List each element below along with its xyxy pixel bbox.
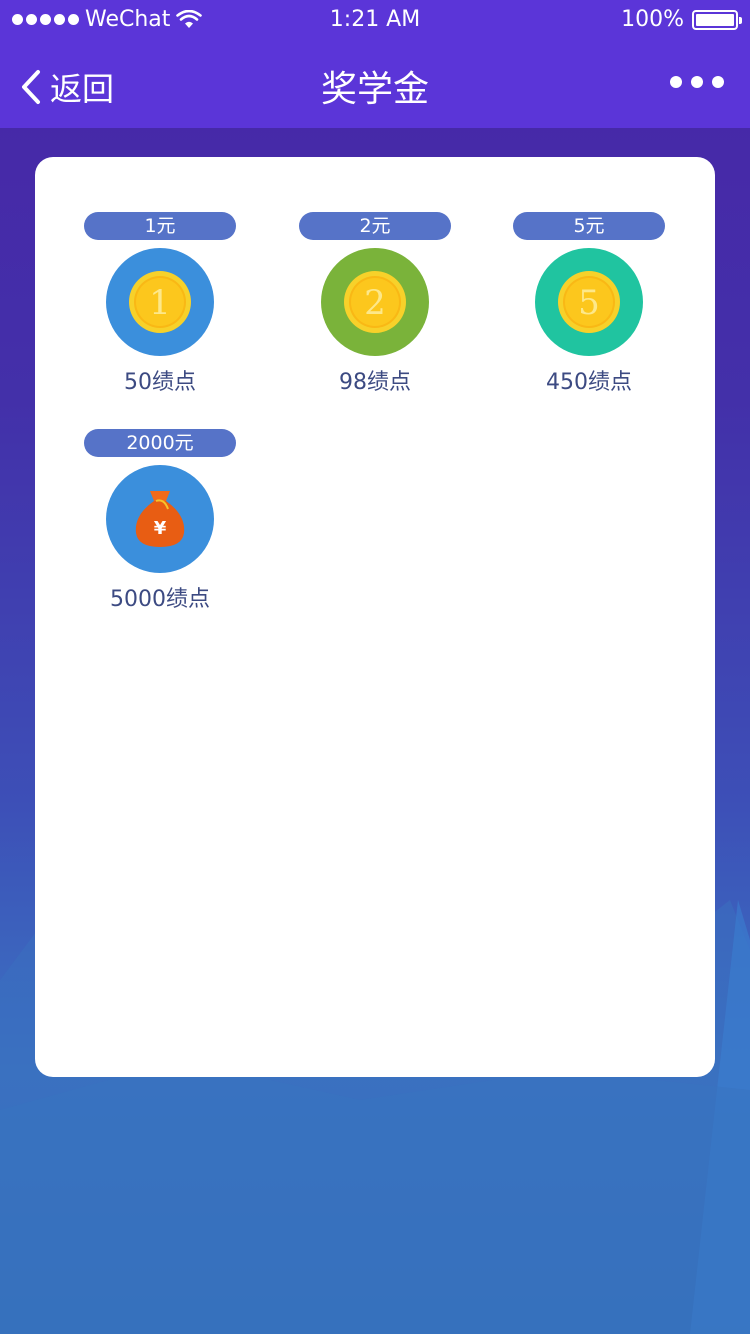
- bag-symbol: ¥: [154, 518, 167, 539]
- coin-icon: 1: [129, 271, 191, 333]
- coin-icon: 5: [558, 271, 620, 333]
- coin-text: 1: [149, 283, 171, 323]
- more-dots-icon: [670, 76, 682, 88]
- reward-item-2[interactable]: 2元 2 98绩点: [299, 212, 451, 402]
- battery-icon: [692, 9, 742, 30]
- reward-amount: 1元: [84, 212, 236, 240]
- reward-circle: 1: [106, 248, 214, 356]
- nav-bar: 返回 奖学金: [0, 40, 750, 128]
- reward-points: 450绩点: [546, 370, 632, 395]
- reward-circle: ¥: [106, 465, 214, 573]
- money-bag-icon: ¥: [135, 491, 185, 547]
- coin-icon: 2: [344, 271, 406, 333]
- battery-percent: 100%: [621, 7, 684, 32]
- header: WeChat 1:21 AM 100% 返回 奖学金: [0, 0, 750, 128]
- reward-points: 98绩点: [339, 370, 411, 395]
- status-right: 100%: [621, 7, 742, 32]
- reward-item-4[interactable]: 2000元 ¥ 5000绩点: [84, 429, 236, 619]
- coin-text: 5: [578, 283, 600, 323]
- more-button[interactable]: [670, 76, 724, 88]
- status-bar: WeChat 1:21 AM 100%: [0, 0, 750, 40]
- reward-points: 5000绩点: [110, 587, 210, 612]
- reward-amount: 2000元: [84, 429, 236, 457]
- reward-amount: 5元: [513, 212, 665, 240]
- reward-amount: 2元: [299, 212, 451, 240]
- page-title: 奖学金: [320, 69, 429, 110]
- coin-text: 2: [364, 283, 386, 323]
- reward-item-3[interactable]: 5元 5 450绩点: [513, 212, 665, 402]
- reward-circle: 5: [535, 248, 643, 356]
- reward-item-1[interactable]: 1元 1 50绩点: [84, 212, 236, 402]
- reward-points: 50绩点: [124, 370, 196, 395]
- reward-circle: 2: [321, 248, 429, 356]
- rewards-card: 1元 1 50绩点 2元 2 98绩点 5元 5 450绩点 2000元 ¥ 5…: [35, 157, 715, 1077]
